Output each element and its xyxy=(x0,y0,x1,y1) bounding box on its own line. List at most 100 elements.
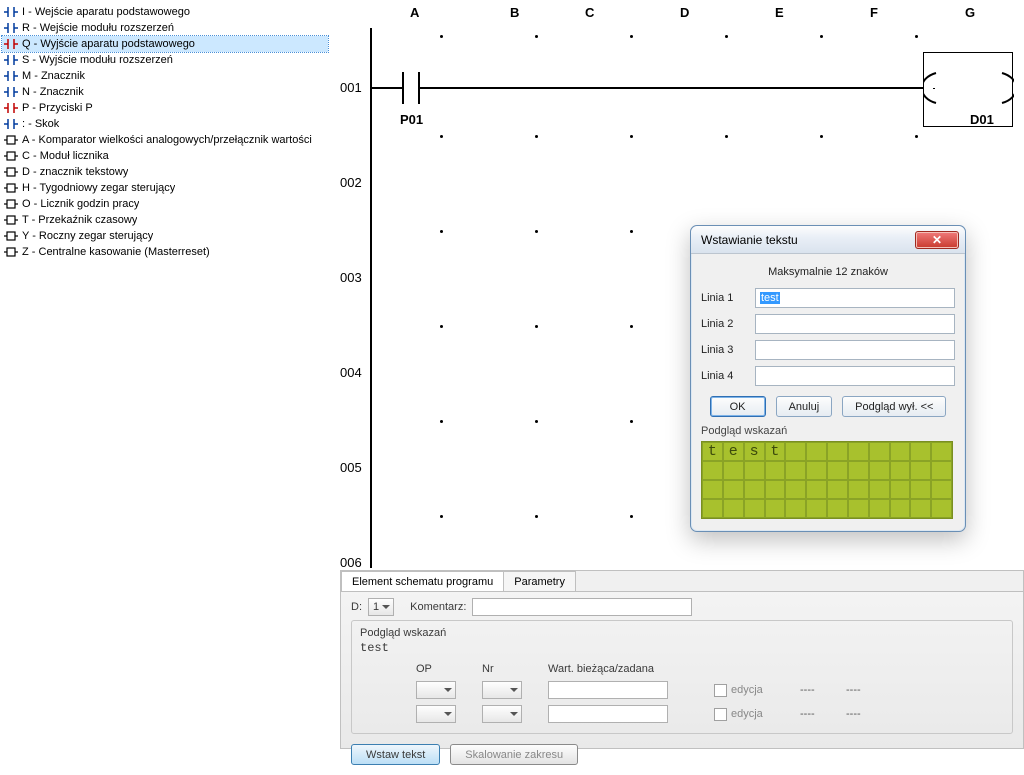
val-dash: ---- xyxy=(846,684,886,696)
close-icon[interactable]: ✕ xyxy=(915,231,959,249)
lcd-cell xyxy=(806,461,827,480)
dialog-titlebar[interactable]: Wstawianie tekstu ✕ xyxy=(691,226,965,254)
linia1-label: Linia 1 xyxy=(701,292,745,304)
tree-item-jump[interactable]: : - Skok xyxy=(2,116,328,132)
grid-dot xyxy=(820,135,823,138)
tree-item-O[interactable]: O - Licznik godzin pracy xyxy=(2,196,328,212)
tree-item-P[interactable]: P - Przyciski P xyxy=(2,100,328,116)
tree-item-M[interactable]: M - Znacznik xyxy=(2,68,328,84)
linia1-input[interactable]: test xyxy=(755,288,955,308)
edycja-check-2[interactable]: edycja xyxy=(714,708,794,721)
anuluj-button[interactable]: Anuluj xyxy=(776,396,833,417)
tree-item-H[interactable]: H - Tygodniowy zegar sterujący xyxy=(2,180,328,196)
tree-item-T[interactable]: T - Przekaźnik czasowy xyxy=(2,212,328,228)
nr-select-2[interactable] xyxy=(482,705,522,723)
lcd-cell xyxy=(827,480,848,499)
tree-item-A[interactable]: A - Komparator wielkości analogowych/prz… xyxy=(2,132,328,148)
col-header-D: D xyxy=(680,5,689,20)
tree-item-D[interactable]: D - znacznik tekstowy xyxy=(2,164,328,180)
tree-item-C[interactable]: C - Moduł licznika xyxy=(2,148,328,164)
d-selector[interactable]: 1 xyxy=(368,598,394,616)
skalowanie-zakresu-button[interactable]: Skalowanie zakresu xyxy=(450,744,578,765)
col-header-B: B xyxy=(510,5,519,20)
grid-dot xyxy=(535,515,538,518)
ladder-contact-P01[interactable] xyxy=(402,72,420,104)
edycja-check-1[interactable]: edycja xyxy=(714,684,794,697)
tree-label: D - znacznik tekstowy xyxy=(22,166,128,178)
lcd-cell xyxy=(890,480,911,499)
fb-icon xyxy=(4,246,18,258)
tree-label: Z - Centralne kasowanie (Masterreset) xyxy=(22,246,210,258)
linia3-label: Linia 3 xyxy=(701,344,745,356)
lcd-cell: s xyxy=(744,442,765,461)
tree-label: Y - Roczny zegar sterujący xyxy=(22,230,153,242)
wstaw-tekst-button[interactable]: Wstaw tekst xyxy=(351,744,440,765)
ladder-coil-D01[interactable] xyxy=(923,52,1013,127)
lcd-cell xyxy=(910,461,931,480)
grid-dot xyxy=(440,135,443,138)
wart-input-1[interactable] xyxy=(548,681,668,699)
lcd-cell xyxy=(910,499,931,518)
lcd-cell xyxy=(931,499,952,518)
tree-label: : - Skok xyxy=(22,118,59,130)
row-header-004: 004 xyxy=(340,365,362,380)
contact-icon xyxy=(4,22,18,34)
rung-wire xyxy=(372,87,402,89)
tab-element-schematu[interactable]: Element schematu programu xyxy=(341,571,504,591)
tree-label: R - Wejście modułu rozszerzeń xyxy=(22,22,174,34)
lcd-cell: t xyxy=(702,442,723,461)
tree-item-Y[interactable]: Y - Roczny zegar sterujący xyxy=(2,228,328,244)
wart-input-2[interactable] xyxy=(548,705,668,723)
lcd-cell xyxy=(910,442,931,461)
op-select-2[interactable] xyxy=(416,705,456,723)
dialog-hint: Maksymalnie 12 znaków xyxy=(701,266,955,278)
grid-dot xyxy=(630,420,633,423)
grid-dot xyxy=(440,420,443,423)
tree-item-S[interactable]: S - Wyjście modułu rozszerzeń xyxy=(2,52,328,68)
tree-label: C - Moduł licznika xyxy=(22,150,109,162)
grid-dot xyxy=(535,35,538,38)
lcd-cell xyxy=(744,461,765,480)
grid-dot xyxy=(725,135,728,138)
nr-select-1[interactable] xyxy=(482,681,522,699)
dialog-title: Wstawianie tekstu xyxy=(701,233,798,247)
fb-icon xyxy=(4,214,18,226)
rung-wire xyxy=(420,87,923,89)
lcd-cell xyxy=(723,499,744,518)
linia4-label: Linia 4 xyxy=(701,370,745,382)
komentarz-input[interactable] xyxy=(472,598,692,616)
lcd-cell xyxy=(765,499,786,518)
lcd-cell xyxy=(827,461,848,480)
grid-dot xyxy=(630,35,633,38)
linia4-input[interactable] xyxy=(755,366,955,386)
linia2-input[interactable] xyxy=(755,314,955,334)
contact-label: P01 xyxy=(400,112,423,127)
tree-item-Z[interactable]: Z - Centralne kasowanie (Masterreset) xyxy=(2,244,328,260)
row-header-002: 002 xyxy=(340,175,362,190)
th-wart: Wart. bieżąca/zadana xyxy=(548,663,708,675)
ok-button[interactable]: OK xyxy=(710,396,766,417)
lcd-cell xyxy=(869,480,890,499)
grid-dot xyxy=(440,325,443,328)
lcd-cell xyxy=(744,499,765,518)
lcd-cell xyxy=(723,461,744,480)
op-select-1[interactable] xyxy=(416,681,456,699)
contact-icon xyxy=(4,38,18,50)
lcd-cell xyxy=(848,442,869,461)
podglad-button[interactable]: Podgląd wył. << xyxy=(842,396,946,417)
lcd-cell xyxy=(806,442,827,461)
tab-parametry[interactable]: Parametry xyxy=(503,571,576,591)
lcd-cell xyxy=(827,499,848,518)
grid-dot xyxy=(820,35,823,38)
lcd-cell xyxy=(931,442,952,461)
lcd-cell: t xyxy=(765,442,786,461)
tree-item-N[interactable]: N - Znacznik xyxy=(2,84,328,100)
lcd-cell xyxy=(806,480,827,499)
symbol-tree: I - Wejście aparatu podstawowego R - Wej… xyxy=(0,0,330,570)
tree-item-I[interactable]: I - Wejście aparatu podstawowego xyxy=(2,4,328,20)
preview-text: test xyxy=(360,641,1004,655)
tree-item-R[interactable]: R - Wejście modułu rozszerzeń xyxy=(2,20,328,36)
linia3-input[interactable] xyxy=(755,340,955,360)
tree-item-Q[interactable]: Q - Wyjście aparatu podstawowego xyxy=(2,36,328,52)
lcd-cell xyxy=(744,480,765,499)
